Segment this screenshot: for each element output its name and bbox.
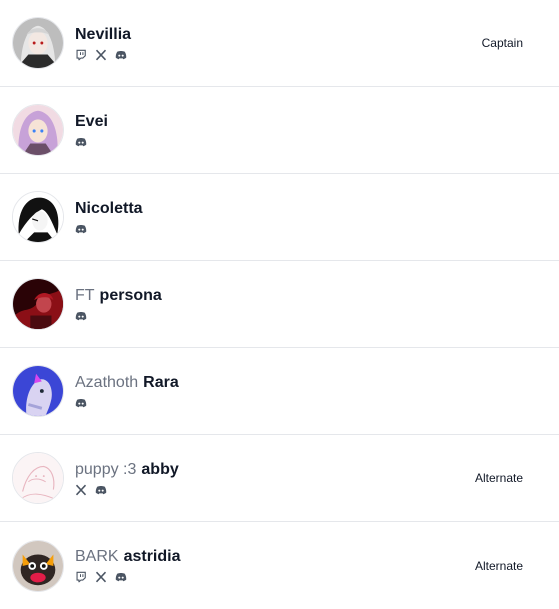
player-handle: persona [99,286,162,304]
x-icon[interactable] [95,571,107,583]
x-icon[interactable] [75,484,87,496]
member-row[interactable]: Evei [0,87,559,174]
player-name: FT persona [75,287,162,305]
player-handle: Nicoletta [75,199,143,217]
avatar [12,278,64,330]
player-name: Evei [75,113,108,131]
social-links [75,49,131,61]
player-name: Nevillia [75,26,131,44]
twitch-icon[interactable] [75,49,87,61]
social-links [75,136,108,148]
player-name: puppy :3 abby [75,461,179,479]
discord-icon[interactable] [75,310,87,322]
social-links [75,571,181,583]
discord-icon[interactable] [115,571,127,583]
team-tag: Azathoth [75,373,139,391]
x-icon[interactable] [95,49,107,61]
avatar [12,17,64,69]
player-name: Azathoth Rara [75,374,179,392]
discord-icon[interactable] [95,484,107,496]
avatar [12,452,64,504]
member-row[interactable]: puppy :3 abby Alternate [0,435,559,522]
avatar [12,539,64,592]
avatar [12,104,64,156]
member-row[interactable]: Azathoth Rara [0,348,559,435]
player-handle: Evei [75,112,108,130]
discord-icon[interactable] [75,397,87,409]
player-name: BARK astridia [75,548,181,566]
avatar [12,365,64,417]
social-links [75,223,143,235]
team-tag: FT [75,286,95,304]
player-handle: Rara [143,373,179,391]
discord-icon[interactable] [115,49,127,61]
role-label: Captain [481,36,523,50]
member-row[interactable]: FT persona [0,261,559,348]
team-roster: Nevillia Captain Evei Nicoletta FT perso… [0,0,559,609]
player-handle: Nevillia [75,25,132,43]
player-name: Nicoletta [75,200,143,218]
discord-icon[interactable] [75,136,87,148]
role-label: Alternate [474,558,523,573]
social-links [75,484,179,496]
member-row[interactable]: Nicoletta [0,174,559,261]
player-handle: astridia [123,548,181,565]
twitch-icon[interactable] [75,571,87,583]
social-links [75,397,179,409]
team-tag: BARK [75,548,119,565]
team-tag: puppy :3 [75,460,137,478]
avatar [12,191,64,243]
member-row[interactable]: Nevillia Captain [0,0,559,87]
player-handle: abby [141,460,179,478]
social-links [75,310,162,322]
discord-icon[interactable] [75,223,87,235]
role-label: Alternate [474,471,523,485]
